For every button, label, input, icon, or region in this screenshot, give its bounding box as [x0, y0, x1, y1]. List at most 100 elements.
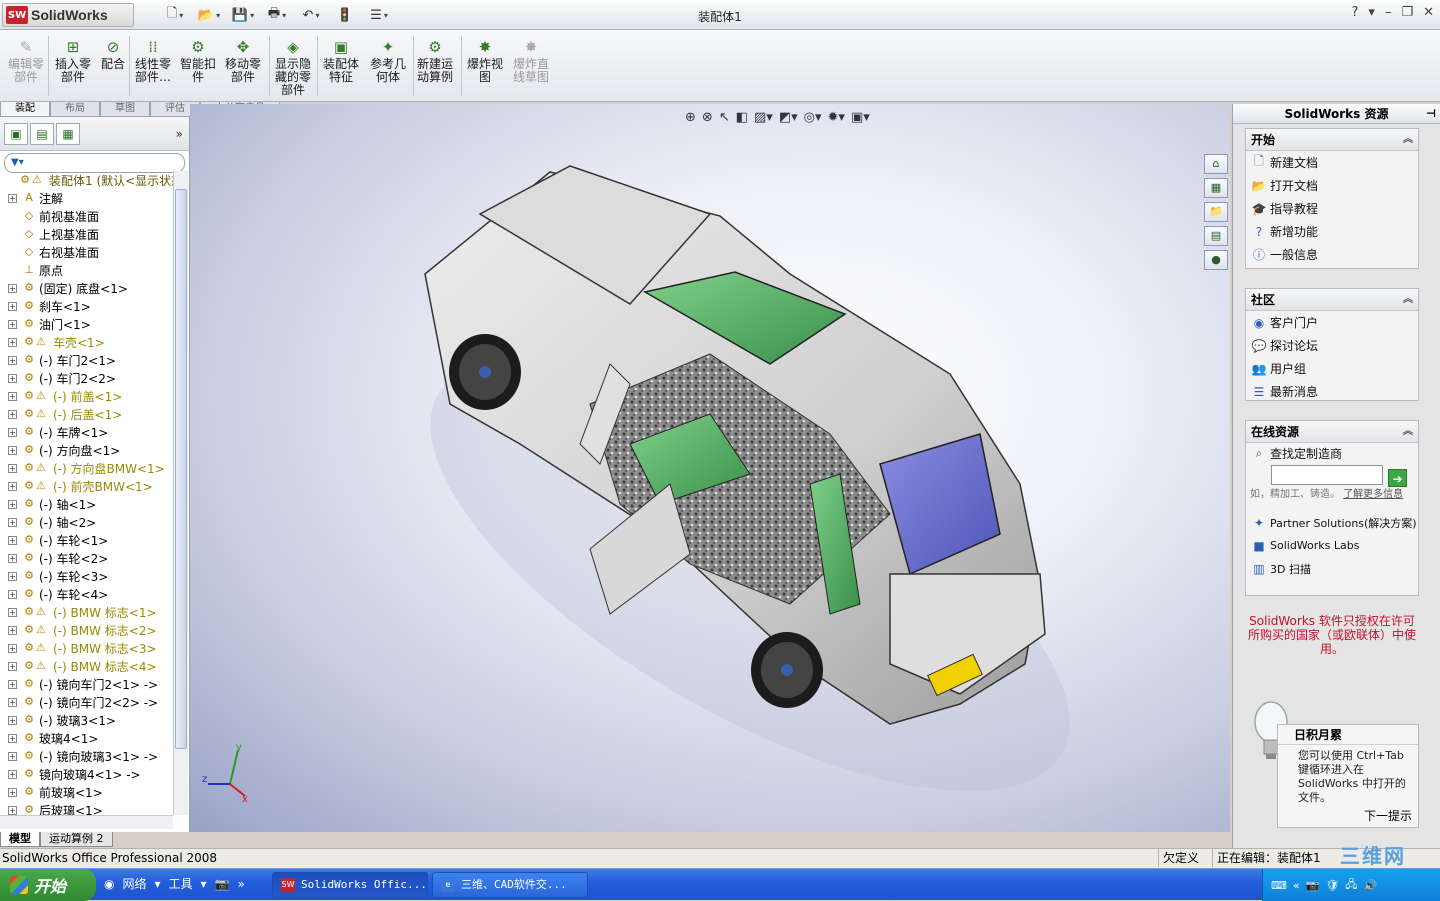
ribbon-move-component-button[interactable]: ✥ 移动零 部件: [222, 38, 264, 84]
ie-icon[interactable]: ◉: [104, 877, 114, 891]
tree-item[interactable]: + ⚙ ⚠ (-) BMW 标志<4>: [0, 657, 173, 675]
camera-tray-icon[interactable]: 📷: [1306, 879, 1320, 892]
expand-toggle-icon[interactable]: +: [8, 661, 17, 671]
tree-horizontal-scrollbar[interactable]: [0, 815, 173, 829]
tree-item[interactable]: + ⚙ (-) 方向盘<1>: [0, 441, 173, 459]
scrollbar-thumb[interactable]: [175, 189, 187, 749]
expand-toggle-icon[interactable]: +: [8, 733, 17, 743]
feature-tree-tab-icon[interactable]: ▣: [4, 122, 28, 145]
resource-link[interactable]: ■ SolidWorks Labs: [1246, 534, 1418, 557]
tree-item[interactable]: + ⚙ ⚠ (-) BMW 标志<2>: [0, 621, 173, 639]
design-library-icon[interactable]: ▦: [1204, 178, 1228, 198]
expand-toggle-icon[interactable]: +: [8, 391, 17, 401]
expand-toggle-icon[interactable]: +: [8, 607, 17, 617]
tree-item[interactable]: + ⚙ 刹车<1>: [0, 297, 173, 315]
tree-item[interactable]: + ⚙ (-) 车门2<1>: [0, 351, 173, 369]
camera-icon[interactable]: 📷: [215, 877, 230, 891]
ribbon-mate-button[interactable]: ⊘ 配合: [98, 38, 128, 71]
tree-item[interactable]: ⊥ 原点: [0, 261, 173, 279]
security-icon[interactable]: 🛡: [1325, 879, 1339, 892]
expand-panel-icon[interactable]: »: [176, 127, 183, 141]
tree-item[interactable]: + ⚙ 玻璃4<1>: [0, 729, 173, 747]
tree-item[interactable]: + ⚙ (-) 镜向车门2<1> ->: [0, 675, 173, 693]
expand-toggle-icon[interactable]: +: [8, 553, 17, 563]
tree-item[interactable]: + ⚙ (-) 车轮<1>: [0, 531, 173, 549]
next-tip-link[interactable]: 下一提示: [1364, 807, 1412, 824]
search-go-button[interactable]: ➔: [1388, 469, 1407, 487]
expand-toggle-icon[interactable]: +: [8, 535, 17, 545]
ribbon-show-hidden-button[interactable]: ◈ 显示隐 藏的零 部件: [272, 38, 314, 97]
network-toolbar[interactable]: 网络: [122, 875, 146, 892]
graphics-viewport[interactable]: ⊕ ⊗ ↖ ◧ ▨▾ ◩▾ ◎▾ ✹▾ ▣▾ y x z: [190, 104, 1230, 832]
tree-item[interactable]: + ⚙ ⚠ (-) BMW 标志<3>: [0, 639, 173, 657]
expand-toggle-icon[interactable]: +: [8, 481, 17, 491]
expand-toggle-icon[interactable]: +: [8, 373, 17, 383]
expand-toggle-icon[interactable]: +: [8, 445, 17, 455]
tree-item[interactable]: ◇ 前视基准面: [0, 207, 173, 225]
tree-item[interactable]: ⚙ ⚠ 装配体1 (默认<显示状态: [0, 171, 173, 189]
tree-item[interactable]: + ⚙ ⚠ (-) BMW 标志<1>: [0, 603, 173, 621]
expand-toggle-icon[interactable]: +: [8, 337, 17, 347]
tree-item[interactable]: + ⚙ ⚠ (-) 前盖<1>: [0, 387, 173, 405]
tree-item[interactable]: ◇ 上视基准面: [0, 225, 173, 243]
start-section-header[interactable]: 开始 ︽: [1246, 129, 1418, 151]
resource-link[interactable]: ⓘ 一般信息: [1246, 243, 1418, 266]
tab-sketch[interactable]: 草图: [100, 102, 150, 117]
expand-toggle-icon[interactable]: +: [8, 463, 17, 473]
expand-toggle-icon[interactable]: +: [8, 301, 17, 311]
resource-link[interactable]: 🎓 指导教程: [1246, 197, 1418, 220]
tab-layout[interactable]: 布局: [50, 102, 100, 117]
expand-toggle-icon[interactable]: +: [8, 787, 17, 797]
view-palette-icon[interactable]: ▤: [1204, 226, 1228, 246]
tree-item[interactable]: + ⚙ ⚠ 车壳<1>: [0, 333, 173, 351]
ribbon-edit-component-button[interactable]: ✎ 编辑零 部件: [4, 38, 48, 84]
expand-toggle-icon[interactable]: +: [8, 751, 17, 761]
expand-toggle-icon[interactable]: +: [8, 769, 17, 779]
expand-toggle-icon[interactable]: +: [8, 193, 17, 203]
tree-item[interactable]: + ⚙ 前玻璃<1>: [0, 783, 173, 801]
ribbon-reference-geometry-button[interactable]: ✦ 参考几 何体: [366, 38, 410, 84]
tab-model[interactable]: 模型: [0, 832, 40, 847]
tree-vertical-scrollbar[interactable]: [173, 171, 188, 815]
resource-link[interactable]: ☰ 最新消息: [1246, 380, 1418, 403]
expand-toggle-icon[interactable]: +: [8, 625, 17, 635]
collapse-icon[interactable]: ︽: [1403, 129, 1413, 151]
tree-item[interactable]: + ⚙ (-) 玻璃3<1>: [0, 711, 173, 729]
tree-item[interactable]: + ⚙ (-) 轴<1>: [0, 495, 173, 513]
expand-toggle-icon[interactable]: +: [8, 571, 17, 581]
tree-item[interactable]: + ⚙ (-) 车牌<1>: [0, 423, 173, 441]
resource-link[interactable]: ▥ 3D 扫描: [1246, 557, 1418, 580]
tree-item[interactable]: + ⚙ (-) 镜向玻璃3<1> ->: [0, 747, 173, 765]
ribbon-insert-component-button[interactable]: ⊞ 插入零 部件: [52, 38, 94, 84]
expand-toggle-icon[interactable]: +: [8, 805, 17, 815]
close-icon[interactable]: ✕: [1423, 5, 1434, 20]
expand-toggle-icon[interactable]: +: [8, 283, 17, 293]
ribbon-smart-fastener-button[interactable]: ⚙ 智能扣 件: [178, 38, 218, 84]
collapse-icon[interactable]: ︽: [1403, 421, 1413, 443]
community-section-header[interactable]: 社区 ︽: [1246, 289, 1418, 311]
volume-icon[interactable]: 🔊: [1364, 879, 1378, 892]
help-dropdown-icon[interactable]: ▾: [1368, 5, 1375, 20]
tree-item[interactable]: ◇ 右视基准面: [0, 243, 173, 261]
resource-link[interactable]: ◉ 客户门户: [1246, 311, 1418, 334]
tree-item[interactable]: + ⚙ ⚠ (-) 方向盘BMW<1>: [0, 459, 173, 477]
tree-item[interactable]: + ⚙ ⚠ (-) 后盖<1>: [0, 405, 173, 423]
ribbon-motion-study-button[interactable]: ⚙ 新建运 动算例: [414, 38, 456, 84]
tree-item[interactable]: + ⚙ (-) 车轮<2>: [0, 549, 173, 567]
resource-link[interactable]: 💬 探讨论坛: [1246, 334, 1418, 357]
appearance-scene-icon[interactable]: ●: [1204, 250, 1228, 270]
start-button[interactable]: 开始: [0, 869, 96, 901]
home-tab-icon[interactable]: ⌂: [1204, 154, 1228, 174]
online-section-header[interactable]: 在线资源 ︽: [1246, 421, 1418, 443]
resource-link[interactable]: ✦ Partner Solutions(解决方案): [1246, 511, 1418, 534]
taskbar-item-browser[interactable]: e 三维、CAD软件交...: [432, 872, 588, 898]
expand-toggle-icon[interactable]: +: [8, 679, 17, 689]
resource-link[interactable]: ? 新增功能: [1246, 220, 1418, 243]
tray-expand-icon[interactable]: «: [1293, 879, 1300, 892]
tree-item[interactable]: + ⚙ (固定) 底盘<1>: [0, 279, 173, 297]
expand-toggle-icon[interactable]: +: [8, 409, 17, 419]
tree-item[interactable]: + ⚙ (-) 轴<2>: [0, 513, 173, 531]
tree-item[interactable]: + ⚙ (-) 车轮<4>: [0, 585, 173, 603]
expand-toggle-icon[interactable]: +: [8, 697, 17, 707]
learn-more-link[interactable]: 了解更多信息: [1343, 489, 1403, 500]
